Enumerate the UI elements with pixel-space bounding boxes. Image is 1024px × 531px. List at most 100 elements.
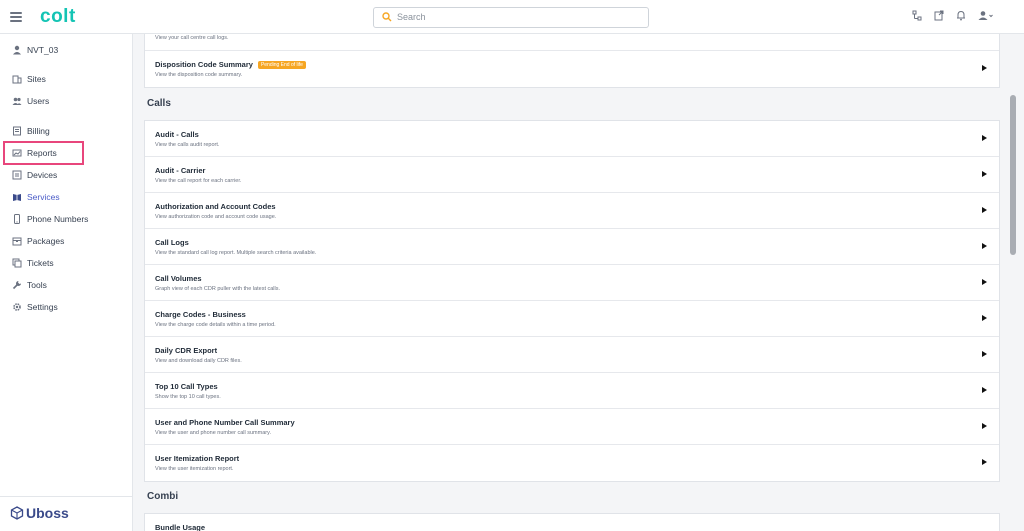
report-list-combi: Bundle Usage — [144, 513, 1000, 531]
row-desc: View the standard call log report. Multi… — [155, 250, 317, 256]
row-title: User and Phone Number Call Summary — [155, 418, 295, 427]
sidebar-item-settings[interactable]: Settings — [12, 299, 58, 315]
sidebar-account-label: NVT_03 — [27, 45, 59, 55]
sidebar-item-tickets[interactable]: Tickets — [12, 255, 54, 271]
list-item[interactable]: Call Logs View the standard call log repo… — [145, 229, 999, 265]
app-logo[interactable]: colt — [40, 6, 76, 28]
section-title-calls: Calls — [147, 98, 171, 109]
row-title: Audit - Carrier — [155, 166, 206, 175]
sidebar-item-sites[interactable]: Sites — [12, 71, 46, 87]
sidebar-item-label: Devices — [27, 170, 58, 180]
sidebar-item-devices[interactable]: Devices — [12, 167, 57, 183]
chevron-right-icon — [982, 387, 987, 393]
chevron-right-icon — [982, 207, 987, 213]
list-item[interactable]: Call Volumes Graph view of each CDR pulle… — [145, 265, 999, 301]
row-desc: Show the top 10 call types. — [155, 394, 221, 400]
sidebar: NVT_03 Sites Users Billing Reports Devic… — [0, 34, 133, 531]
sidebar-item-label: Billing — [27, 126, 50, 136]
chevron-right-icon — [982, 135, 987, 141]
services-icon — [13, 194, 21, 201]
row-desc: Graph view of each CDR puller with the l… — [155, 286, 281, 292]
users-icon — [12, 97, 22, 105]
sidebar-item-label: Phone Numbers — [27, 214, 89, 224]
row-title: User Itemization Report — [155, 454, 240, 463]
row-desc: View the charge code details within a ti… — [155, 322, 276, 328]
scrollbar[interactable] — [1010, 95, 1016, 255]
row-desc: View the user itemization report. — [155, 466, 234, 472]
sidebar-item-billing[interactable]: Billing — [12, 123, 50, 139]
brand-logo: Uboss — [10, 505, 69, 521]
sidebar-item-tools[interactable]: Tools — [12, 277, 47, 293]
list-item[interactable]: Top 10 Call Types Show the top 10 call ty… — [145, 373, 999, 409]
brand-name: Uboss — [26, 505, 69, 521]
devices-icon — [12, 170, 22, 180]
sidebar-item-phone-numbers[interactable]: Phone Numbers — [12, 211, 88, 227]
sidebar-divider — [0, 496, 133, 497]
row-desc: View the calls audit report. — [155, 142, 220, 148]
sidebar-item-label: Sites — [27, 74, 46, 84]
search-input[interactable]: Search — [373, 7, 649, 28]
row-title-text: Disposition Code Summary — [155, 60, 253, 69]
sidebar-item-users[interactable]: Users — [12, 93, 49, 109]
row-title: Call Volumes — [155, 274, 202, 283]
row-desc: View authorization code and account code… — [155, 214, 277, 220]
row-desc: View the disposition code summary. — [155, 72, 243, 78]
wrench-icon — [12, 281, 21, 290]
menu-icon[interactable] — [10, 12, 22, 22]
reports-highlight — [3, 141, 84, 165]
list-item[interactable]: User and Phone Number Call Summary View t… — [145, 409, 999, 445]
main-content: View your call centre call logs. Disposi… — [133, 34, 1024, 531]
billing-icon — [13, 126, 21, 136]
row-desc: View the call report for each carrier. — [155, 178, 242, 184]
row-desc: View and download daily CDR files. — [155, 358, 242, 364]
sidebar-item-label: Packages — [27, 236, 65, 246]
sidebar-item-label: Services — [27, 192, 60, 202]
network-icon[interactable] — [912, 10, 922, 21]
sidebar-item-label: Users — [27, 96, 50, 106]
list-item[interactable]: Authorization and Account Codes View auth… — [145, 193, 999, 229]
list-item[interactable]: Daily CDR Export View and download daily … — [145, 337, 999, 373]
chevron-right-icon — [982, 243, 987, 249]
sidebar-item-label: Settings — [27, 302, 58, 312]
sidebar-item-label: Tools — [27, 280, 47, 290]
package-icon — [12, 237, 22, 246]
search-placeholder: Search — [397, 12, 426, 22]
chevron-right-icon — [982, 171, 987, 177]
list-item[interactable]: Disposition Code Summary Pending End of l… — [145, 51, 999, 87]
phone-icon — [14, 214, 20, 224]
chevron-right-icon — [982, 315, 987, 321]
sidebar-account[interactable]: NVT_03 — [12, 42, 58, 58]
user-icon — [13, 45, 21, 55]
tickets-icon — [12, 258, 22, 268]
search-icon — [382, 12, 392, 22]
building-icon — [12, 75, 22, 84]
list-item[interactable]: Charge Codes - Business View the charge c… — [145, 301, 999, 337]
gear-icon — [13, 303, 21, 311]
row-title: Authorization and Account Codes — [155, 202, 276, 211]
share-icon[interactable] — [934, 10, 944, 21]
list-item[interactable]: Bundle Usage — [145, 514, 999, 531]
chevron-right-icon — [982, 423, 987, 429]
list-item[interactable]: View your call centre call logs. — [145, 34, 999, 51]
list-item[interactable]: User Itemization Report View the user ite… — [145, 445, 999, 481]
report-list-calls: Audit - Calls View the calls audit report… — [144, 120, 1000, 482]
row-desc: View the user and phone number call summ… — [155, 430, 271, 436]
row-desc: View your call centre call logs. — [155, 35, 229, 41]
chevron-right-icon — [982, 279, 987, 285]
row-title: Top 10 Call Types — [155, 382, 218, 391]
sidebar-item-services[interactable]: Services — [12, 189, 60, 205]
row-title: Daily CDR Export — [155, 346, 218, 355]
user-menu-icon[interactable] — [978, 10, 994, 21]
row-title: Audit - Calls — [155, 130, 199, 139]
bell-icon[interactable] — [956, 10, 966, 21]
row-title: Call Logs — [155, 238, 189, 247]
row-title: Charge Codes - Business — [155, 310, 246, 319]
list-item[interactable]: Audit - Calls View the calls audit report… — [145, 121, 999, 157]
sidebar-item-packages[interactable]: Packages — [12, 233, 64, 249]
row-title: Bundle Usage — [155, 523, 206, 531]
section-title-combi: Combi — [147, 491, 179, 502]
list-item[interactable]: Audit - Carrier View the call report for … — [145, 157, 999, 193]
chevron-right-icon — [982, 459, 987, 465]
top-bar: colt Search — [0, 0, 1024, 34]
uboss-logo-icon — [10, 506, 24, 520]
